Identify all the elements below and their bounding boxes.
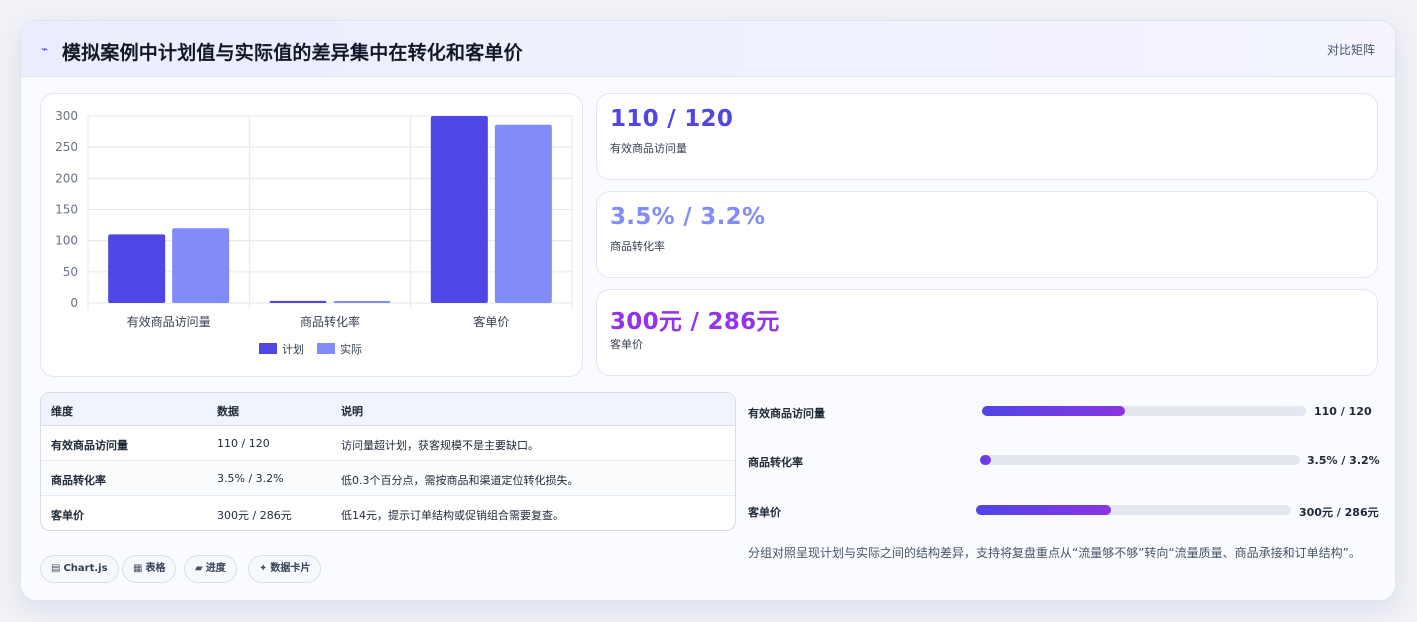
comparison-table: 维度 数据 说明 有效商品访问量 110 / 120 访问量超计划，获客规模不是… — [40, 392, 736, 531]
x-tick-label: 客单价 — [473, 314, 509, 329]
x-tick-label: 商品转化率 — [300, 314, 360, 329]
y-tick-label: 0 — [70, 296, 78, 310]
chip-label: Chart.js — [63, 563, 108, 574]
compare-matrix-link[interactable]: 对比矩阵 — [1327, 41, 1375, 58]
page-title: 模拟案例中计划值与实际值的差异集中在转化和客单价 — [62, 42, 523, 64]
progress-row-visits: 有效商品访问量 110 / 120 — [748, 402, 1388, 422]
table-cell: 300元 / 286元 — [217, 509, 292, 522]
table-cell: 商品转化率 — [51, 474, 106, 487]
chip-progress[interactable]: ▰ 进度 — [184, 555, 237, 583]
progress-value: 110 / 120 — [1314, 405, 1372, 418]
progress-value: 300元 / 286元 — [1299, 506, 1379, 519]
metric-value: 3.5% / 3.2% — [610, 204, 766, 230]
progress-label: 商品转化率 — [748, 456, 803, 469]
chip-table[interactable]: ▦ 表格 — [122, 555, 177, 583]
table-cell: 110 / 120 — [217, 437, 270, 450]
legend-label: 实际 — [340, 342, 362, 356]
metric-card-conversion: 3.5% / 3.2% 商品转化率 — [596, 191, 1378, 278]
table-cell: 低14元，提示订单结构或促销组合需要复查。 — [341, 509, 564, 522]
bar-actual — [172, 228, 230, 303]
progress-value: 3.5% / 3.2% — [1307, 454, 1380, 467]
legend-swatch — [317, 343, 335, 354]
progress-track — [982, 406, 1306, 416]
table-header-cell: 数据 — [217, 405, 239, 418]
table-cell: 3.5% / 3.2% — [217, 472, 284, 485]
table-cell: 客单价 — [51, 509, 84, 522]
metric-label: 有效商品访问量 — [610, 142, 687, 155]
y-tick-label: 200 — [55, 171, 78, 185]
progress-icon: ▰ — [195, 563, 203, 574]
bar-actual — [333, 301, 391, 303]
progress-label: 有效商品访问量 — [748, 407, 825, 420]
y-tick-label: 250 — [55, 140, 78, 154]
table-header-row: 维度 数据 说明 — [41, 393, 735, 426]
table-cell: 低0.3个百分点，需按商品和渠道定位转化损失。 — [341, 474, 579, 487]
table-cell: 访问量超计划，获客规模不是主要缺口。 — [341, 439, 539, 452]
legend-label: 计划 — [282, 343, 304, 356]
progress-fill — [976, 505, 1112, 515]
sparkle-icon: ✦ — [259, 563, 268, 574]
progress-row-aov: 客单价 300元 / 286元 — [748, 501, 1388, 521]
card-header: ⌁ 模拟案例中计划值与实际值的差异集中在转化和客单价 对比矩阵 — [21, 21, 1395, 77]
metric-label: 商品转化率 — [610, 240, 665, 253]
metric-value: 300元 / 286元 — [610, 309, 780, 335]
y-tick-label: 100 — [55, 234, 78, 248]
chip-data-card[interactable]: ✦ 数据卡片 — [248, 555, 322, 583]
y-tick-label: 150 — [55, 203, 78, 217]
bar-chart: 0 50 100 150 200 250 300 有效商品访问量 商品转化率 客单价计划 实际 — [40, 93, 583, 377]
table-row: 有效商品访问量 110 / 120 访问量超计划，获客规模不是主要缺口。 — [41, 426, 735, 461]
progress-row-conversion: 商品转化率 3.5% / 3.2% — [748, 451, 1388, 471]
chip-label: 表格 — [145, 563, 166, 574]
progress-track — [980, 455, 1300, 465]
metric-card-visits: 110 / 120 有效商品访问量 — [596, 93, 1378, 180]
x-tick-label: 有效商品访问量 — [127, 314, 211, 329]
legend-swatch — [259, 343, 277, 354]
progress-fill — [982, 406, 1125, 416]
table-cell: 有效商品访问量 — [51, 439, 128, 452]
bar-plan — [430, 116, 488, 303]
bar-chart-svg: 0 50 100 150 200 250 300 有效商品访问量 商品转化率 客单价计划 实际 — [55, 109, 573, 356]
table-header-cell: 维度 — [51, 405, 73, 418]
progress-label: 客单价 — [748, 506, 781, 519]
table-row: 商品转化率 3.5% / 3.2% 低0.3个百分点，需按商品和渠道定位转化损失… — [41, 461, 735, 496]
chart-icon: ▤ — [51, 563, 61, 574]
table-header-cell: 说明 — [341, 405, 363, 418]
y-tick-label: 50 — [63, 265, 78, 279]
table-row: 客单价 300元 / 286元 低14元，提示订单结构或促销组合需要复查。 — [41, 496, 735, 530]
pulse-icon: ⌁ — [41, 42, 49, 56]
metric-card-aov: 300元 / 286元 客单价 — [596, 289, 1378, 376]
metric-label: 客单价 — [610, 338, 643, 351]
summary-note: 分组对照呈现计划与实际之间的结构差异，支持将复盘重点从“流量够不够”转向“流量质… — [748, 546, 1361, 560]
table-icon: ▦ — [133, 563, 143, 574]
chip-label: 数据卡片 — [270, 563, 311, 574]
progress-track — [976, 505, 1291, 515]
y-tick-label: 300 — [55, 109, 78, 123]
bar-plan — [108, 234, 166, 303]
metric-value: 110 / 120 — [610, 106, 734, 132]
bar-plan — [269, 300, 327, 303]
chip-chartjs[interactable]: ▤ Chart.js — [40, 555, 119, 583]
chip-label: 进度 — [205, 563, 226, 574]
bar-actual — [494, 124, 552, 303]
progress-fill — [980, 455, 992, 465]
dashboard-card: ⌁ 模拟案例中计划值与实际值的差异集中在转化和客单价 对比矩阵 0 50 100 15… — [20, 20, 1396, 601]
